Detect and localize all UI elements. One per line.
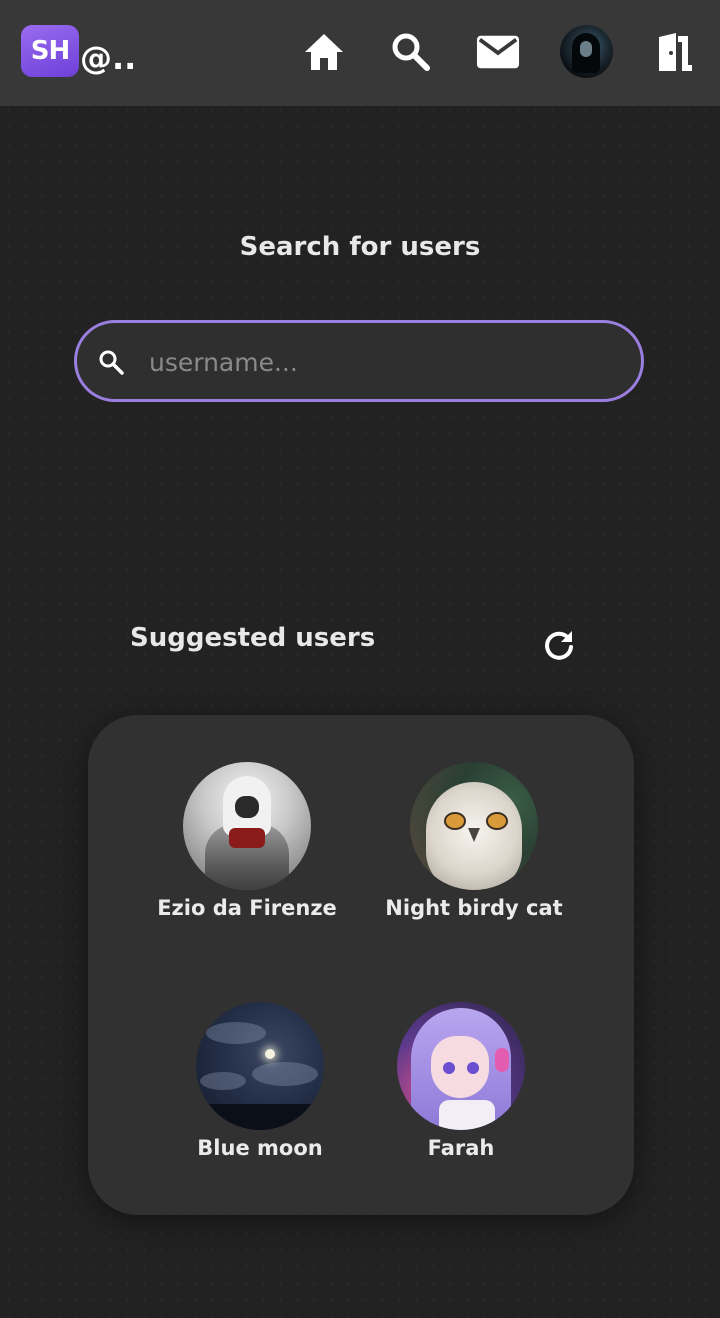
suggested-user[interactable]: Night birdy cat bbox=[374, 762, 574, 920]
search-box[interactable] bbox=[74, 320, 644, 402]
avatar-cloud bbox=[252, 1062, 318, 1086]
logout-door-icon[interactable] bbox=[652, 30, 696, 74]
suggested-users-card: Ezio da Firenze Night birdy cat Blue moo… bbox=[88, 715, 634, 1215]
user-avatar[interactable] bbox=[196, 1002, 324, 1130]
suggested-user[interactable]: Farah bbox=[361, 1002, 561, 1160]
search-title: Search for users bbox=[239, 232, 481, 262]
user-avatar[interactable] bbox=[397, 1002, 525, 1130]
avatar-headphone bbox=[495, 1048, 509, 1072]
avatar-owl-beak bbox=[468, 828, 480, 842]
avatar-sash bbox=[229, 828, 265, 848]
avatar-treeline bbox=[196, 1104, 324, 1130]
suggested-user[interactable]: Ezio da Firenze bbox=[147, 762, 347, 920]
username-search-input[interactable] bbox=[147, 337, 621, 387]
app-logo-suffix: @.. bbox=[80, 39, 137, 77]
home-icon[interactable] bbox=[302, 30, 346, 74]
avatar-face bbox=[431, 1036, 489, 1098]
avatar-eye bbox=[467, 1062, 479, 1074]
search-icon bbox=[97, 348, 125, 376]
user-avatar[interactable] bbox=[183, 762, 311, 890]
user-name[interactable]: Night birdy cat bbox=[374, 896, 574, 920]
avatar-face bbox=[580, 41, 592, 57]
mail-icon[interactable] bbox=[476, 30, 520, 74]
avatar-cloud bbox=[206, 1022, 266, 1044]
avatar-face-shadow bbox=[235, 796, 259, 818]
avatar-owl-eye bbox=[486, 812, 508, 830]
suggested-users-title: Suggested users bbox=[130, 623, 376, 653]
search-icon[interactable] bbox=[388, 30, 432, 74]
avatar-owl-eye bbox=[444, 812, 466, 830]
avatar-eye bbox=[443, 1062, 455, 1074]
user-name[interactable]: Blue moon bbox=[160, 1136, 360, 1160]
avatar-cloud bbox=[200, 1072, 246, 1090]
user-name[interactable]: Ezio da Firenze bbox=[147, 896, 347, 920]
avatar-shirt bbox=[439, 1100, 495, 1130]
refresh-icon[interactable] bbox=[540, 626, 578, 664]
top-navbar: SH @.. bbox=[0, 0, 720, 106]
user-name[interactable]: Farah bbox=[361, 1136, 561, 1160]
profile-avatar[interactable] bbox=[560, 25, 613, 78]
app-logo[interactable]: SH bbox=[21, 25, 79, 77]
user-avatar[interactable] bbox=[410, 762, 538, 890]
avatar-moon bbox=[265, 1049, 275, 1059]
suggested-user[interactable]: Blue moon bbox=[160, 1002, 360, 1160]
